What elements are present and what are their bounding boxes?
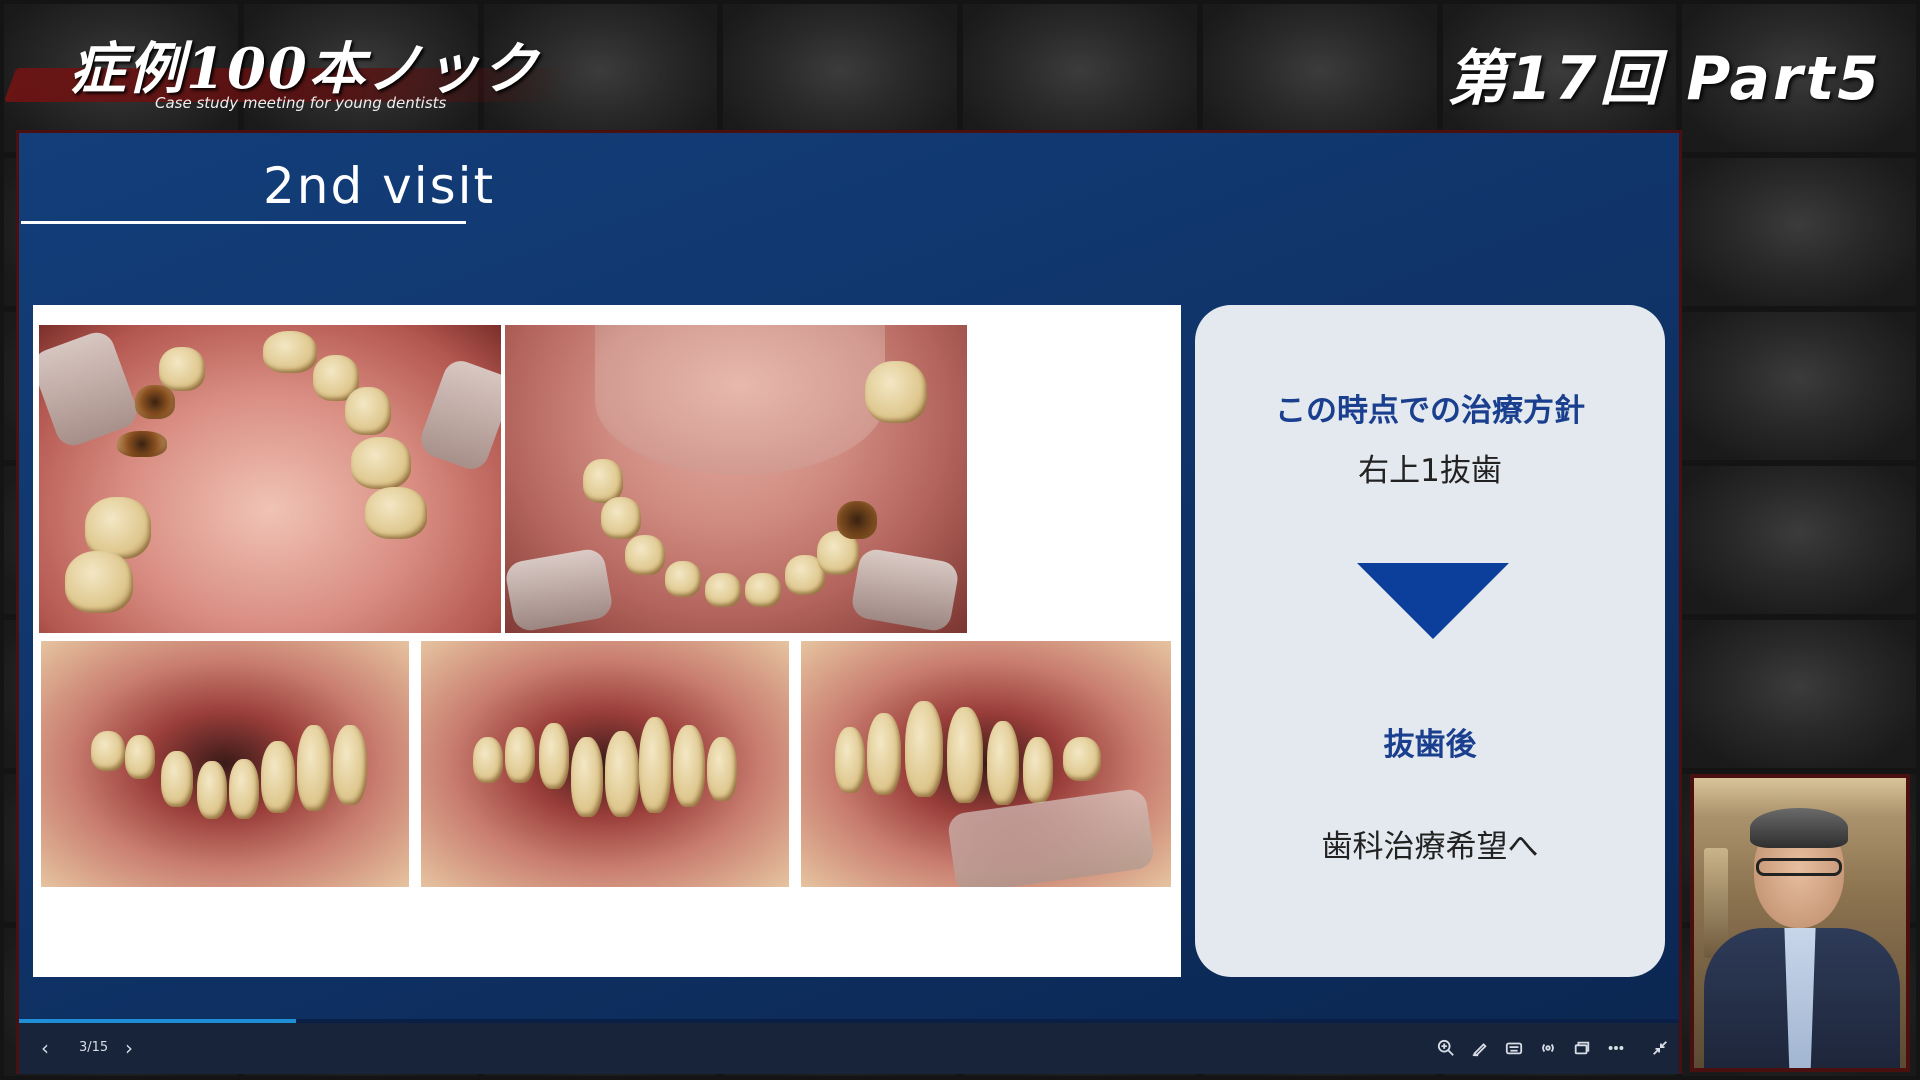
- presenter-hair: [1750, 808, 1848, 848]
- slide: 2nd visit この時点での治療方針 右上1抜歯 抜歯後 歯科治療希望へ: [19, 133, 1679, 1019]
- zoom-icon[interactable]: [1435, 1037, 1457, 1059]
- more-icon[interactable]: [1605, 1037, 1627, 1059]
- episode-label: 第17回 Part5: [1446, 44, 1882, 114]
- keyboard-icon[interactable]: [1503, 1037, 1525, 1059]
- glasses-icon: [1756, 858, 1842, 876]
- pen-icon[interactable]: [1469, 1037, 1491, 1059]
- slide-window: 2nd visit この時点での治療方針 右上1抜歯 抜歯後 歯科治療希望へ ‹…: [16, 130, 1682, 1074]
- window-icon[interactable]: [1571, 1037, 1593, 1059]
- presenter-video: [1690, 774, 1910, 1072]
- right-buccal-photo: [41, 641, 409, 887]
- broadcast-icon[interactable]: [1537, 1037, 1559, 1059]
- policy-value: 右上1抜歯: [1358, 453, 1502, 489]
- clinical-photo-panel: [33, 305, 1181, 977]
- logo-subtitle: Case study meeting for young dentists: [155, 94, 447, 112]
- lower-occlusal-photo: [505, 325, 967, 633]
- title-underline: [21, 221, 466, 224]
- chevron-right-icon[interactable]: ›: [125, 1037, 133, 1059]
- policy-heading: この時点での治療方針: [1275, 393, 1585, 429]
- chevron-left-icon[interactable]: ‹: [41, 1037, 49, 1059]
- left-buccal-photo: [801, 641, 1171, 887]
- slide-title: 2nd visit: [263, 157, 496, 215]
- page-indicator: 3/15: [79, 1040, 109, 1055]
- logo-title: 症例100本ノック: [70, 36, 540, 102]
- upper-occlusal-photo: [39, 325, 501, 633]
- presentation-control-bar: ‹ 3/15 ›: [19, 1023, 1679, 1074]
- frontal-photo: [421, 641, 789, 887]
- after-extraction-value: 歯科治療希望へ: [1321, 829, 1539, 865]
- collapse-icon[interactable]: [1649, 1037, 1671, 1059]
- down-arrow-icon: [1357, 563, 1509, 639]
- treatment-plan-card: この時点での治療方針 右上1抜歯 抜歯後 歯科治療希望へ: [1195, 305, 1665, 977]
- after-extraction-heading: 抜歯後: [1383, 727, 1477, 763]
- show-logo: 症例100本ノック Case study meeting for young d…: [0, 14, 590, 124]
